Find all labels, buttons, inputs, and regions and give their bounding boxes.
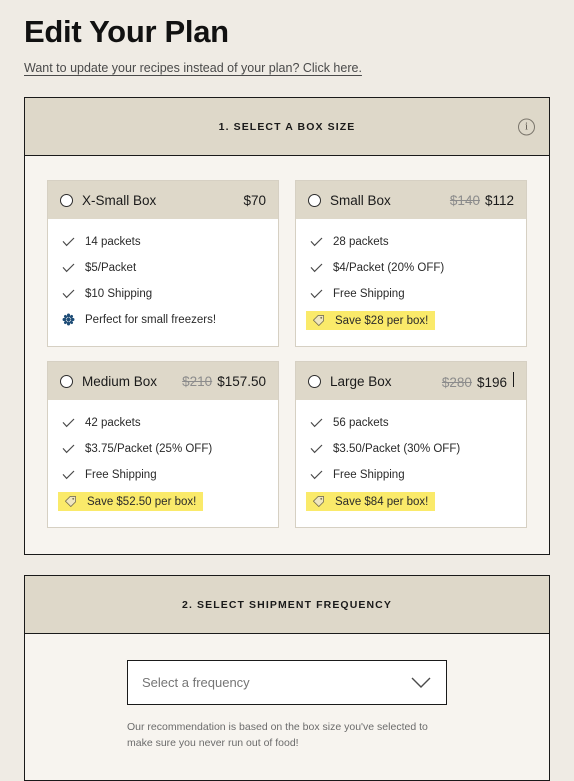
box-size-section: 1. SELECT A BOX SIZE i X-Small Box $70 14 … <box>24 97 550 555</box>
box-feature: $5/Packet <box>60 259 266 276</box>
frequency-section-header: 2. SELECT SHIPMENT FREQUENCY <box>25 576 549 634</box>
box-price: $196 <box>476 375 507 390</box>
box-feature: Save $84 per box! <box>306 492 436 511</box>
box-option-name: Large Box <box>330 373 392 389</box>
box-feature: Save $28 per box! <box>306 311 436 330</box>
box-feature: Free Shipping <box>60 466 266 483</box>
box-option-name: Medium Box <box>82 373 158 389</box>
box-feature-label: $3.50/Packet (30% OFF) <box>333 442 461 455</box>
box-feature-label: Save $52.50 per box! <box>87 495 197 508</box>
box-feature-label: 14 packets <box>85 235 141 248</box>
box-option-card[interactable]: Medium Box $210 $157.50 42 packets $3.75/Pac… <box>47 361 279 528</box>
box-feature-label: $5/Packet <box>85 261 137 274</box>
box-feature-label: 42 packets <box>85 416 141 429</box>
box-feature: $10 Shipping <box>60 285 266 302</box>
box-option-features: 14 packets $5/Packet $10 Shipping Perfect f… <box>48 219 278 344</box>
box-option-card[interactable]: X-Small Box $70 14 packets $5/Packet $10 Shi… <box>47 180 279 347</box>
box-price-group: $140 $112 <box>450 193 514 208</box>
check-icon <box>60 470 76 480</box>
box-option-features: 56 packets $3.50/Packet (30% OFF) Free Shi… <box>296 400 526 527</box>
box-option-header[interactable]: Small Box $140 $112 <box>296 181 526 219</box>
box-feature: 56 packets <box>308 414 514 431</box>
box-old-price: $140 <box>449 192 480 208</box>
box-feature-label: $4/Packet (20% OFF) <box>333 261 445 274</box>
edit-plan-page: Edit Your Plan Want to update your recip… <box>0 0 574 781</box>
check-icon <box>60 237 76 247</box>
box-feature-label: Free Shipping <box>333 468 405 481</box>
box-old-price: $280 <box>441 375 472 390</box>
box-size-section-header: 1. SELECT A BOX SIZE i <box>25 98 549 156</box>
box-price: $157.50 <box>217 373 266 389</box>
box-price-group: $210 $157.50 <box>182 374 266 389</box>
check-icon <box>308 444 324 454</box>
box-price: $70 <box>243 192 266 208</box>
box-feature: Save $52.50 per box! <box>58 492 204 511</box>
box-price: $112 <box>484 192 514 208</box>
snowflake-icon <box>60 313 76 326</box>
box-feature-label: $3.75/Packet (25% OFF) <box>85 442 213 455</box>
check-icon <box>60 289 76 299</box>
box-feature: $4/Packet (20% OFF) <box>308 259 514 276</box>
box-feature: Perfect for small freezers! <box>60 311 266 328</box>
box-feature: Free Shipping <box>308 466 514 483</box>
box-options-grid: X-Small Box $70 14 packets $5/Packet $10 Shi… <box>47 180 527 528</box>
frequency-section-body: Select a frequency Our recommendation is… <box>25 634 549 780</box>
frequency-section: 2. SELECT SHIPMENT FREQUENCY Select a fr… <box>24 575 550 781</box>
check-icon <box>308 418 324 428</box>
box-option-radio[interactable] <box>60 193 73 207</box>
box-feature-label: Free Shipping <box>333 287 405 300</box>
chevron-down-icon <box>410 676 432 689</box>
price-tag-icon <box>310 314 326 327</box>
frequency-step-title: 2. SELECT SHIPMENT FREQUENCY <box>182 598 392 611</box>
box-feature-label: Free Shipping <box>85 468 157 481</box>
box-option-name: Small Box <box>330 192 391 208</box>
box-size-step-title: 1. SELECT A BOX SIZE <box>218 120 356 133</box>
check-icon <box>308 470 324 480</box>
text-cursor <box>513 372 514 387</box>
box-feature-label: 28 packets <box>333 235 389 248</box>
box-option-header[interactable]: Medium Box $210 $157.50 <box>48 362 278 400</box>
check-icon <box>60 444 76 454</box>
check-icon <box>60 263 76 273</box>
check-icon <box>308 289 324 299</box>
box-feature-label: Save $84 per box! <box>335 495 429 508</box>
box-option-radio[interactable] <box>308 374 321 388</box>
check-icon <box>308 263 324 273</box>
box-price-group: $70 <box>243 193 266 208</box>
update-recipes-link[interactable]: Want to update your recipes instead of y… <box>24 61 362 75</box>
box-size-section-body: X-Small Box $70 14 packets $5/Packet $10 Shi… <box>25 156 549 554</box>
page-title: Edit Your Plan <box>24 14 229 49</box>
box-option-features: 42 packets $3.75/Packet (25% OFF) Free Shi… <box>48 400 278 527</box>
check-icon <box>60 418 76 428</box>
box-option-name: X-Small Box <box>82 192 157 208</box>
box-feature: Free Shipping <box>308 285 514 302</box>
box-feature: 14 packets <box>60 233 266 250</box>
box-option-radio[interactable] <box>308 193 321 207</box>
box-feature-label: $10 Shipping <box>85 287 153 300</box>
frequency-select[interactable]: Select a frequency <box>127 660 447 705</box>
box-option-card[interactable]: Large Box $280 $196 56 packets $3.50/Packet … <box>295 361 527 528</box>
box-old-price: $210 <box>182 373 213 389</box>
check-icon <box>308 237 324 247</box>
box-option-header[interactable]: Large Box $280 $196 <box>296 362 526 400</box>
box-option-header[interactable]: X-Small Box $70 <box>48 181 278 219</box>
box-price-group: $280 $196 <box>442 372 514 390</box>
box-option-radio[interactable] <box>60 374 73 388</box>
box-feature: 42 packets <box>60 414 266 431</box>
price-tag-icon <box>310 495 326 508</box>
price-tag-icon <box>62 495 78 508</box>
info-icon[interactable]: i <box>518 118 535 135</box>
box-feature-label: Save $28 per box! <box>335 314 429 327</box>
frequency-select-placeholder: Select a frequency <box>142 675 250 690</box>
box-feature: $3.75/Packet (25% OFF) <box>60 440 266 457</box>
box-option-card[interactable]: Small Box $140 $112 28 packets $4/Packet (20… <box>295 180 527 347</box>
box-feature-label: 56 packets <box>333 416 389 429</box>
box-feature: $3.50/Packet (30% OFF) <box>308 440 514 457</box>
frequency-note: Our recommendation is based on the box s… <box>127 721 428 750</box>
box-feature-label: Perfect for small freezers! <box>85 313 217 326</box>
box-option-features: 28 packets $4/Packet (20% OFF) Free Shippi… <box>296 219 526 346</box>
box-feature: 28 packets <box>308 233 514 250</box>
